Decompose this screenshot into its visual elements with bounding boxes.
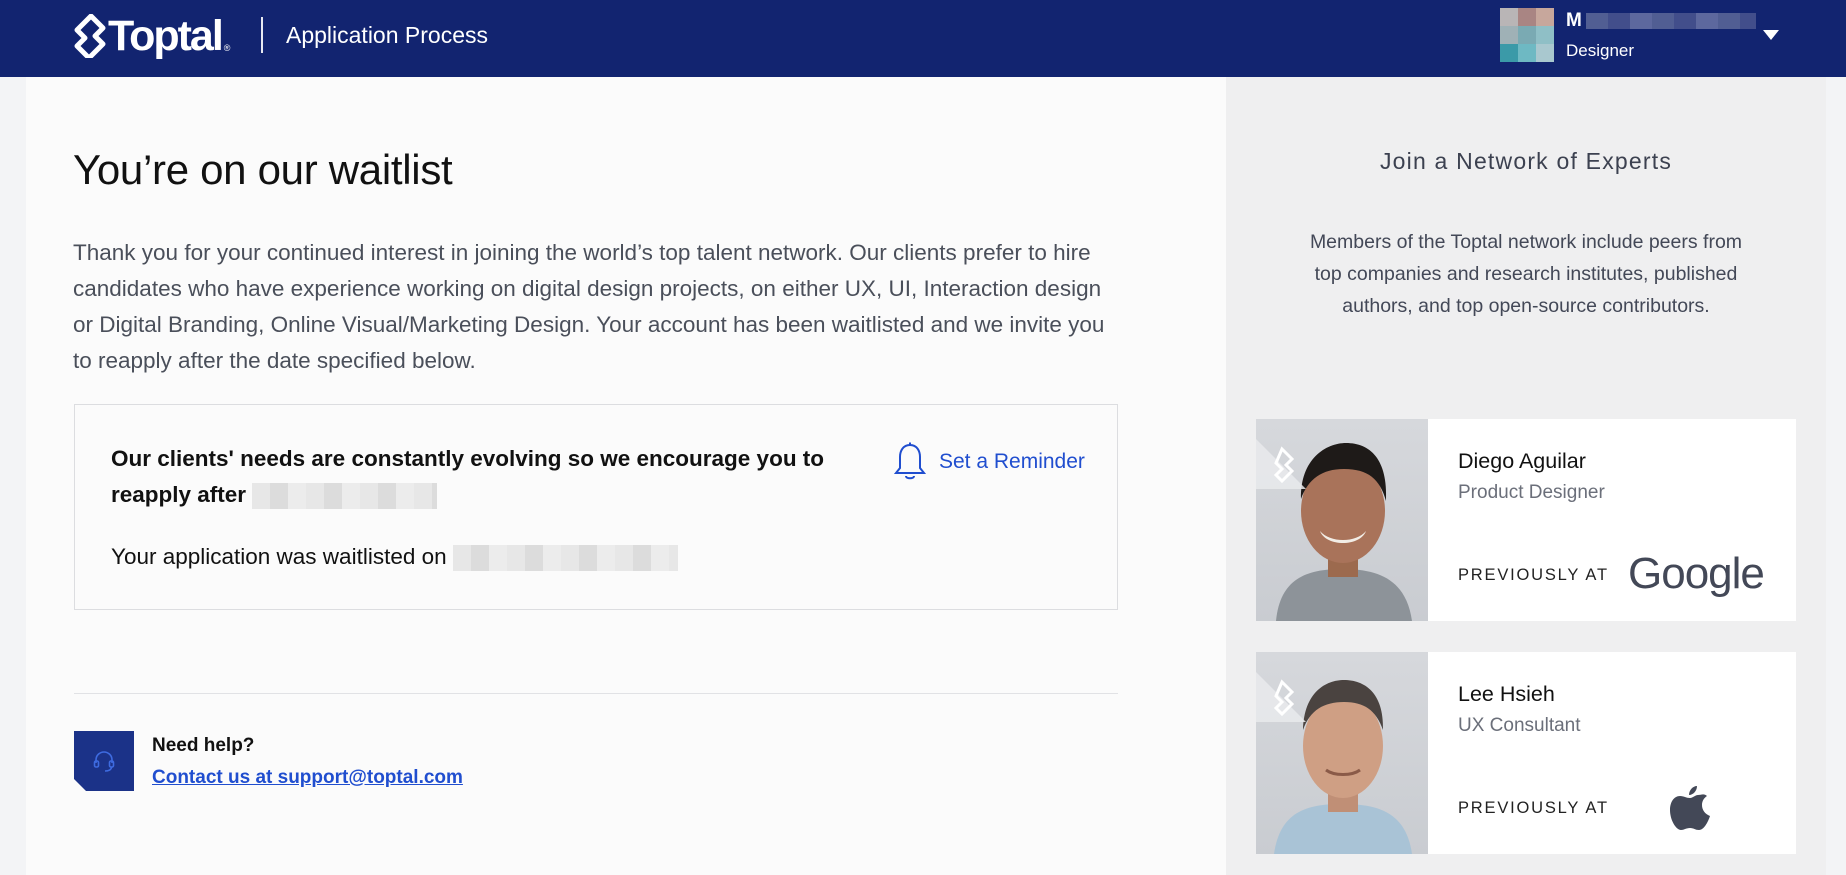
reapply-message: Our clients' needs are constantly evolvi… <box>111 441 831 513</box>
avatar[interactable] <box>1500 8 1554 62</box>
user-name-initial: M <box>1566 10 1582 31</box>
page-title: You’re on our waitlist <box>73 146 453 193</box>
toptal-corner-mark-icon <box>1256 439 1306 489</box>
logo-registered: ® <box>223 43 231 53</box>
apple-logo-icon <box>1670 786 1710 830</box>
expert-photo <box>1256 419 1428 621</box>
user-role: Designer <box>1566 41 1635 60</box>
app-title: Application Process <box>286 22 488 48</box>
headset-icon <box>91 748 117 774</box>
expert-role: UX Consultant <box>1458 715 1581 736</box>
reapply-message-text: Our clients' needs are constantly evolvi… <box>111 446 825 507</box>
expert-role: Product Designer <box>1458 482 1605 503</box>
toptal-corner-mark-icon <box>1256 672 1306 722</box>
divider <box>74 693 1118 694</box>
expert-card: Lee Hsieh UX Consultant PREVIOUSLY AT <box>1256 652 1796 854</box>
sidebar-description: Members of the Toptal network include pe… <box>1309 231 1743 317</box>
header-divider <box>261 17 263 53</box>
google-logo: Google <box>1628 549 1765 598</box>
waitlisted-label: Your application was waitlisted on <box>111 544 447 569</box>
help-title: Need help? <box>152 735 255 756</box>
contact-support-link[interactable]: Contact us at support@toptal.com <box>152 767 463 789</box>
top-bar: Toptal ® Application Process M Designer <box>0 0 1846 77</box>
expert-card: Diego Aguilar Product Designer PREVIOUSL… <box>1256 419 1796 621</box>
toptal-mark-icon <box>74 14 106 58</box>
set-reminder-label: Set a Reminder <box>939 450 1085 473</box>
waitlist-card: Our clients' needs are constantly evolvi… <box>74 404 1118 610</box>
user-name[interactable]: M <box>1566 10 1756 32</box>
intro-text: Thank you for your continued interest in… <box>73 240 1105 373</box>
chevron-down-icon[interactable] <box>1763 30 1779 40</box>
waitlisted-on: Your application was waitlisted on <box>111 539 678 575</box>
user-name-redacted <box>1585 13 1756 29</box>
previously-at-label: PREVIOUSLY AT <box>1458 566 1609 584</box>
set-reminder-button[interactable]: Set a Reminder <box>893 442 1085 482</box>
waitlisted-date-redacted <box>452 545 678 572</box>
logo-text: Toptal <box>108 12 224 60</box>
expert-name: Lee Hsieh <box>1458 682 1555 706</box>
expert-photo <box>1256 652 1428 854</box>
expert-name: Diego Aguilar <box>1458 449 1586 473</box>
support-headset-icon <box>74 731 134 791</box>
toptal-logo[interactable]: Toptal ® <box>73 14 230 58</box>
bell-icon <box>893 442 927 480</box>
reapply-date-redacted <box>252 483 438 510</box>
sidebar-title: Join a Network of Experts <box>1379 148 1673 174</box>
previously-at-label: PREVIOUSLY AT <box>1458 799 1609 817</box>
